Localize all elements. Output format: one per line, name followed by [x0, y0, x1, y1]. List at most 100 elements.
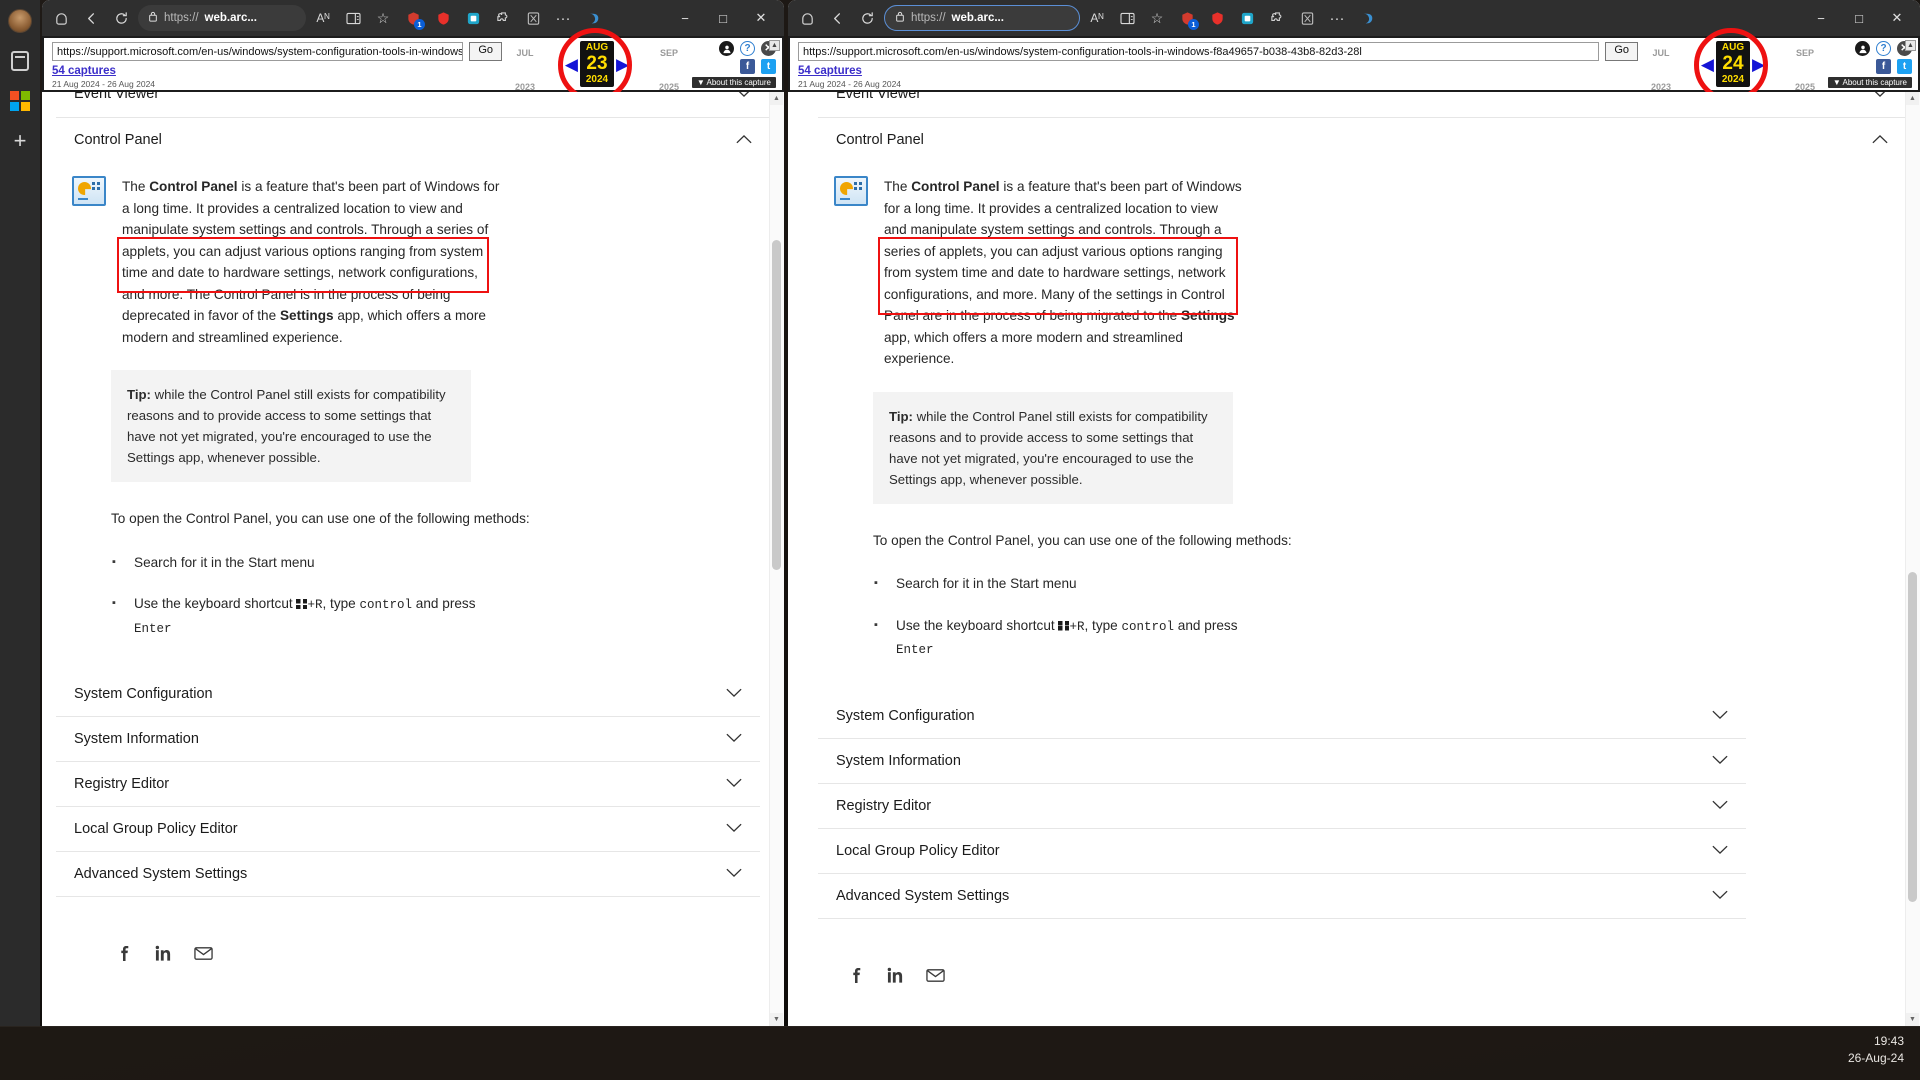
reload-button[interactable]	[854, 5, 880, 31]
wayback-help-icon[interactable]: ?	[740, 41, 755, 56]
wayback-about-capture-left[interactable]: ▼ About this capture	[691, 77, 776, 88]
window-maximize-button[interactable]: □	[1842, 3, 1876, 33]
wayback-go-button-right[interactable]: Go	[1605, 42, 1638, 61]
wayback-next-period-right[interactable]: SEP 2025	[1794, 48, 1816, 92]
read-aloud-icon[interactable]: Aᴺ	[1084, 5, 1110, 31]
scroll-up-arrow-left[interactable]: ▲	[770, 92, 783, 105]
window-close-button[interactable]: ✕	[1880, 3, 1914, 33]
page-scrollbar-thumb-left[interactable]	[772, 240, 781, 570]
wayback-prev-period-left[interactable]: JUL 2023	[514, 48, 536, 92]
browser-more-menu[interactable]: ···	[550, 5, 576, 31]
extension-adblock-icon[interactable]: 1	[1174, 5, 1200, 31]
wayback-selected-date-left[interactable]: AUG 23 2024	[580, 41, 614, 87]
wayback-twitter-icon[interactable]: t	[761, 59, 776, 74]
url-host: web.arc...	[951, 12, 1004, 24]
split-screen-icon[interactable]	[1114, 5, 1140, 31]
accordion-control-panel-left[interactable]: Control Panel	[56, 118, 770, 162]
copilot-icon[interactable]	[48, 5, 74, 31]
accordion-registry-editor-left[interactable]: Registry Editor	[56, 762, 760, 807]
wayback-help-icon[interactable]: ?	[1876, 41, 1891, 56]
facebook-icon[interactable]	[848, 967, 865, 984]
accordion-event-viewer-right[interactable]: Event Viewer	[818, 92, 1906, 118]
accordion-advanced-system-settings-right[interactable]: Advanced System Settings	[818, 874, 1746, 919]
extension-puzzle-icon[interactable]	[1264, 5, 1290, 31]
extension-clipboard-icon[interactable]	[1234, 5, 1260, 31]
reload-button[interactable]	[108, 5, 134, 31]
wayback-toolbar-right: https://support.microsoft.com/en-us/wind…	[788, 28, 1920, 102]
favorite-star-icon[interactable]: ☆	[1144, 5, 1170, 31]
wayback-account-icon[interactable]	[719, 41, 734, 56]
accordion-control-panel-right[interactable]: Control Panel	[818, 118, 1906, 162]
accordion-label: Registry Editor	[836, 797, 932, 814]
wayback-url-input-left[interactable]: https://support.microsoft.com/en-us/wind…	[52, 42, 464, 61]
linkedin-icon[interactable]	[887, 967, 904, 984]
wayback-facebook-icon[interactable]: f	[1876, 59, 1891, 74]
address-bar-left[interactable]: https:// web.arc...	[138, 5, 306, 31]
list-item: Use the keyboard shortcut +R, type contr…	[874, 615, 1246, 662]
wayback-facebook-icon[interactable]: f	[740, 59, 755, 74]
back-button[interactable]	[78, 5, 104, 31]
scroll-up-arrow-right[interactable]: ▲	[1906, 92, 1919, 105]
wayback-account-icon[interactable]	[1855, 41, 1870, 56]
wayback-next-capture-arrow-left[interactable]: ▶	[616, 56, 629, 73]
wayback-prev-month-label: JUL	[516, 48, 534, 58]
collections-icon[interactable]	[7, 48, 33, 74]
extension-grid-icon[interactable]	[1294, 5, 1320, 31]
wayback-prev-capture-arrow-left[interactable]: ◀	[565, 56, 578, 73]
email-icon[interactable]	[926, 968, 945, 983]
accordion-local-group-policy-editor-right[interactable]: Local Group Policy Editor	[818, 829, 1746, 874]
scroll-down-arrow-right[interactable]: ▼	[1906, 1013, 1919, 1026]
extension-shield-icon[interactable]	[430, 5, 456, 31]
windows-start-icon[interactable]	[7, 88, 33, 114]
window-close-button[interactable]: ✕	[744, 3, 778, 33]
extension-shield-icon[interactable]	[1204, 5, 1230, 31]
extension-grid-icon[interactable]	[520, 5, 546, 31]
wayback-captures-link-right[interactable]: 54 captures	[798, 65, 1638, 77]
wayback-url-input-right[interactable]: https://support.microsoft.com/en-us/wind…	[798, 42, 1600, 61]
accordion-system-information-right[interactable]: System Information	[818, 739, 1746, 784]
accordion-system-configuration-right[interactable]: System Configuration	[818, 694, 1746, 739]
copilot-sidebar-icon[interactable]	[1354, 5, 1380, 31]
wayback-prev-capture-arrow-right[interactable]: ◀	[1701, 56, 1714, 73]
accordion-local-group-policy-editor-left[interactable]: Local Group Policy Editor	[56, 807, 760, 852]
favorite-star-icon[interactable]: ☆	[370, 5, 396, 31]
extension-puzzle-icon[interactable]	[490, 5, 516, 31]
profile-avatar-icon[interactable]	[7, 8, 33, 34]
accordion-registry-editor-right[interactable]: Registry Editor	[818, 784, 1746, 829]
read-aloud-icon[interactable]: Aᴺ	[310, 5, 336, 31]
window-minimize-button[interactable]: −	[668, 3, 702, 33]
extension-clipboard-icon[interactable]	[460, 5, 486, 31]
copilot-sidebar-icon[interactable]	[580, 5, 606, 31]
back-button[interactable]	[824, 5, 850, 31]
facebook-icon[interactable]	[116, 945, 133, 962]
window-maximize-button[interactable]: □	[706, 3, 740, 33]
window-minimize-button[interactable]: −	[1804, 3, 1838, 33]
email-icon[interactable]	[194, 946, 213, 961]
accordion-advanced-system-settings-left[interactable]: Advanced System Settings	[56, 852, 760, 897]
page-viewport-right: Event Viewer Control Panel The Control P…	[788, 92, 1920, 1026]
wayback-about-capture-right[interactable]: ▼ About this capture	[1827, 77, 1912, 88]
add-sidebar-app-icon[interactable]: +	[7, 128, 33, 154]
wayback-next-capture-arrow-right[interactable]: ▶	[1752, 56, 1765, 73]
wayback-twitter-icon[interactable]: t	[1897, 59, 1912, 74]
split-screen-icon[interactable]	[340, 5, 366, 31]
system-clock[interactable]: 19:43 26-Aug-24	[1848, 1033, 1904, 1067]
page-scrollbar-thumb-right[interactable]	[1908, 572, 1917, 902]
wayback-next-period-left[interactable]: SEP 2025	[658, 48, 680, 92]
wayback-scroll-up-right[interactable]: ▲	[1905, 40, 1916, 51]
wayback-prev-period-right[interactable]: JUL 2023	[1650, 48, 1672, 92]
list-item: Search for it in the Start menu	[112, 552, 484, 574]
linkedin-icon[interactable]	[155, 945, 172, 962]
browser-more-menu[interactable]: ···	[1324, 5, 1350, 31]
wayback-selected-date-right[interactable]: AUG 24 2024	[1716, 41, 1750, 87]
wayback-captures-link-left[interactable]: 54 captures	[52, 65, 502, 77]
copilot-icon[interactable]	[794, 5, 820, 31]
wayback-go-button-left[interactable]: Go	[469, 42, 502, 61]
wayback-scroll-up-left[interactable]: ▲	[769, 40, 780, 51]
accordion-system-configuration-left[interactable]: System Configuration	[56, 672, 760, 717]
extension-adblock-icon[interactable]: 1	[400, 5, 426, 31]
address-bar-right[interactable]: https:// web.arc...	[884, 5, 1080, 31]
scroll-down-arrow-left[interactable]: ▼	[770, 1013, 783, 1026]
accordion-event-viewer-left[interactable]: Event Viewer	[56, 92, 770, 118]
accordion-system-information-left[interactable]: System Information	[56, 717, 760, 762]
